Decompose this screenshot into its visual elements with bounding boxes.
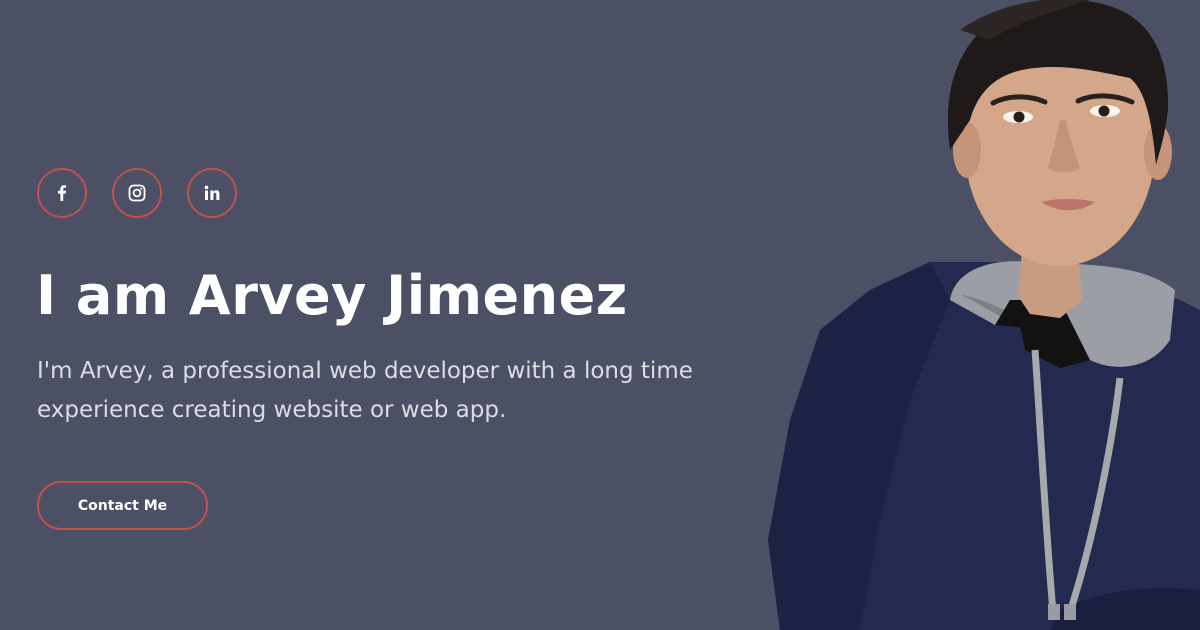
facebook-link[interactable] (37, 168, 87, 218)
hero-headline: I am Arvey Jimenez (36, 264, 628, 327)
contact-me-button[interactable]: Contact Me (37, 481, 208, 530)
linkedin-link[interactable] (187, 168, 237, 218)
instagram-link[interactable] (112, 168, 162, 218)
facebook-icon (52, 183, 72, 203)
instagram-icon (127, 183, 147, 203)
linkedin-icon (202, 183, 222, 203)
portrait-photo (768, 0, 1200, 630)
hero-bio: I'm Arvey, a professional web developer … (37, 358, 693, 423)
social-links (37, 168, 237, 218)
hero-section: I am Arvey Jimenez I'm Arvey, a professi… (0, 0, 1200, 630)
